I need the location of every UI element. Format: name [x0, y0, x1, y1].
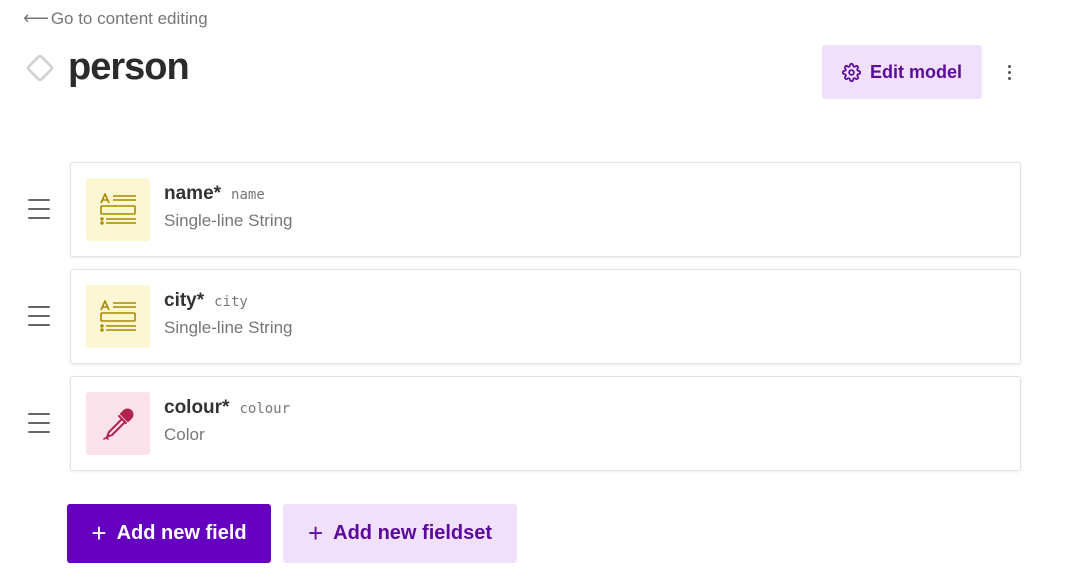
edit-model-label: Edit model — [869, 61, 962, 82]
page-header: person — [24, 46, 190, 89]
field-text: colour* colour Color — [164, 397, 290, 445]
more-options-icon[interactable] — [998, 60, 1020, 84]
field-type: Single-line String — [164, 318, 293, 337]
add-new-field-label: Add new field — [116, 522, 247, 544]
field-row-city: city* city Single-line String — [0, 269, 1077, 364]
drag-handle-icon[interactable] — [28, 306, 50, 326]
field-text: name* name Single-line String — [164, 183, 293, 231]
plus-icon: + — [307, 517, 324, 548]
color-dropper-icon — [86, 392, 150, 455]
field-card[interactable]: colour* colour Color — [70, 376, 1021, 471]
plus-icon: + — [91, 517, 107, 548]
page: ⟵ Go to content editing person Edit mode… — [0, 0, 1077, 578]
field-label: city* — [164, 290, 205, 311]
field-card[interactable]: name* name Single-line String — [70, 162, 1021, 257]
back-to-content-link[interactable]: ⟵ Go to content editing — [23, 8, 208, 29]
add-new-field-button[interactable]: + Add new field — [67, 504, 271, 563]
field-label: name* — [164, 183, 222, 204]
field-api-key: colour — [239, 401, 291, 417]
field-type: Color — [164, 425, 205, 444]
field-api-key: city — [214, 294, 248, 310]
field-card[interactable]: city* city Single-line String — [70, 269, 1021, 364]
field-label: colour* — [164, 397, 230, 418]
field-api-key: name — [231, 187, 265, 203]
field-text: city* city Single-line String — [164, 290, 293, 338]
gear-icon — [841, 62, 861, 82]
model-diamond-icon — [26, 54, 54, 81]
field-row-name: name* name Single-line String — [0, 162, 1077, 257]
single-line-string-icon — [86, 285, 150, 348]
field-row-colour: colour* colour Color — [0, 376, 1077, 471]
arrow-left-icon: ⟵ — [23, 8, 49, 28]
drag-handle-icon[interactable] — [28, 199, 50, 219]
drag-handle-icon[interactable] — [28, 413, 50, 433]
back-link-label: Go to content editing — [50, 8, 208, 28]
page-title: person — [68, 46, 190, 88]
add-new-fieldset-button[interactable]: + Add new fieldset — [283, 504, 517, 563]
edit-model-button[interactable]: Edit model — [822, 45, 982, 99]
field-type: Single-line String — [164, 211, 293, 230]
add-new-fieldset-label: Add new fieldset — [333, 522, 493, 544]
single-line-string-icon — [86, 178, 150, 241]
